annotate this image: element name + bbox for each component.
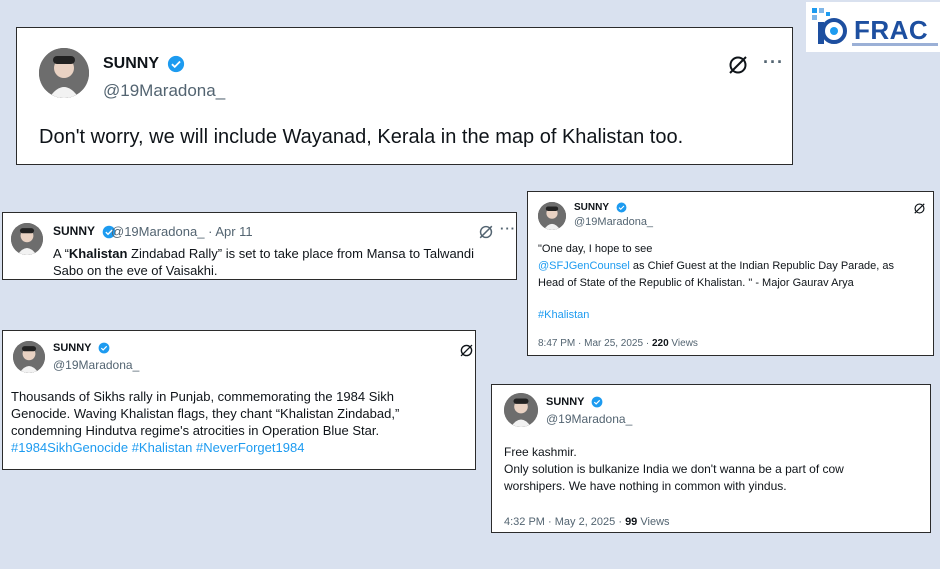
hashtag-link[interactable]: #Khalistan: [538, 309, 589, 321]
views-label: Views: [640, 516, 670, 528]
logo-subtitle-strip: [852, 43, 938, 46]
tweet-text: "One day, I hope to see @SFJGenCounsel a…: [538, 243, 895, 289]
grok-icon[interactable]: [459, 343, 474, 358]
verified-badge-icon: [616, 202, 627, 213]
tweet-date: Apr 11: [215, 224, 253, 239]
tweet-card-2[interactable]: SUNNY @19Maradona_ · Apr 11 ··· A “Khali…: [2, 212, 517, 280]
grok-icon[interactable]: [727, 54, 749, 76]
avatar[interactable]: [504, 393, 538, 427]
handle[interactable]: @19Maradona_: [103, 81, 225, 101]
tweet-text: Thousands of Sikhs rally in Punjab, comm…: [11, 389, 400, 455]
tweet-timestamp[interactable]: 4:32 PM · May 2, 2025 ·: [504, 516, 622, 528]
handle[interactable]: @19Maradona_: [53, 358, 139, 372]
grok-icon[interactable]: [478, 224, 494, 240]
display-name[interactable]: SUNNY: [53, 342, 110, 354]
handle[interactable]: @19Maradona_: [546, 412, 632, 426]
tweet-card-5[interactable]: SUNNY @19Maradona_ Free kashmir. Only so…: [491, 384, 931, 533]
tweet-text: Don't worry, we will include Wayanad, Ke…: [39, 126, 684, 148]
avatar[interactable]: [13, 341, 45, 373]
tweet-text: A “Khalistan Zindabad Rally” is set to t…: [53, 246, 475, 278]
hashtag-links[interactable]: #1984SikhGenocide #Khalistan #NeverForge…: [11, 440, 304, 455]
frac-logo: FRAC: [806, 2, 940, 52]
tweet-meta: 8:47 PM · Mar 25, 2025 · 220 Views: [538, 338, 698, 349]
tweet-card-3[interactable]: SUNNY @19Maradona_ "One day, I hope to s…: [527, 191, 934, 356]
display-name[interactable]: SUNNY: [546, 396, 603, 408]
mention-link[interactable]: @SFJGenCounsel: [538, 260, 630, 272]
display-name[interactable]: SUNNY: [53, 224, 116, 239]
handle[interactable]: @19Maradona_: [574, 216, 653, 228]
tweet-text: Free kashmir. Only solution is bulkanize…: [504, 445, 844, 493]
more-options-icon[interactable]: ···: [500, 221, 516, 236]
more-options-icon[interactable]: ···: [763, 52, 784, 73]
logo-text: FRAC: [854, 15, 929, 45]
tweet-card-4[interactable]: SUNNY @19Maradona_ Thousands of Sikhs ra…: [2, 330, 476, 470]
avatar[interactable]: [538, 202, 566, 230]
verified-badge-icon: [168, 55, 185, 73]
avatar[interactable]: [11, 223, 43, 255]
logo-mark-icon: [812, 8, 847, 44]
tweet-card-1[interactable]: SUNNY @19Maradona_ ··· Don't worry, we w…: [16, 27, 793, 165]
grok-icon[interactable]: [913, 202, 926, 215]
handle-and-date[interactable]: @19Maradona_ · Apr 11: [111, 224, 253, 239]
verified-badge-icon: [98, 342, 110, 354]
views-label: Views: [671, 338, 698, 349]
tweet-meta: 4:32 PM · May 2, 2025 · 99 Views: [504, 516, 670, 528]
tweet-timestamp[interactable]: 8:47 PM · Mar 25, 2025 ·: [538, 338, 649, 349]
display-name[interactable]: SUNNY: [103, 55, 185, 73]
views-count: 220: [651, 338, 669, 349]
views-count: 99: [625, 516, 638, 528]
display-name[interactable]: SUNNY: [574, 202, 627, 213]
avatar[interactable]: [39, 48, 89, 98]
verified-badge-icon: [591, 396, 603, 408]
